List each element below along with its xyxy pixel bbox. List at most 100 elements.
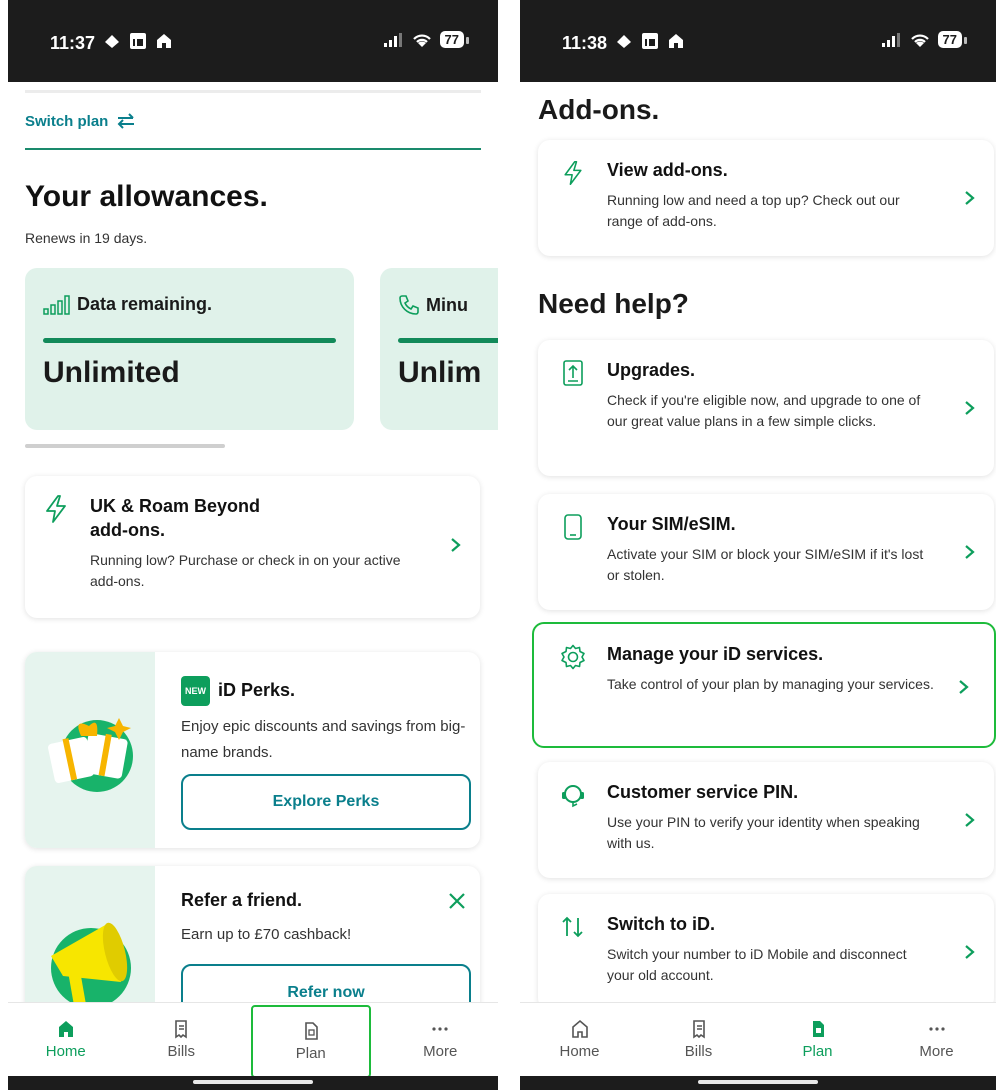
nav-label: Bills bbox=[167, 1043, 195, 1060]
close-icon[interactable] bbox=[448, 892, 466, 910]
card-title: Upgrades. bbox=[607, 360, 696, 380]
minutes-allowance-card[interactable]: Minu Unlim bbox=[380, 268, 498, 430]
linkedin-icon bbox=[130, 33, 146, 49]
customer-pin-card[interactable]: Customer service PIN. Use your PIN to ve… bbox=[538, 762, 994, 878]
nav-more[interactable]: More bbox=[877, 1003, 996, 1076]
help-section-title: Need help? bbox=[538, 288, 689, 319]
tab-underline bbox=[25, 148, 481, 150]
perks-card[interactable]: NEW iD Perks. Enjoy epic discounts and sa… bbox=[25, 652, 480, 848]
card-subtitle: Running low? Purchase or check in on you… bbox=[90, 552, 401, 589]
switch-plan-link[interactable]: Switch plan bbox=[25, 112, 136, 130]
roam-addons-card[interactable]: UK & Roam Beyond add-ons. Running low? P… bbox=[25, 476, 480, 618]
card-title: Switch to iD. bbox=[607, 914, 715, 934]
switch-arrows-icon bbox=[117, 113, 135, 129]
card-subtitle: Activate your SIM or block your SIM/eSIM… bbox=[607, 546, 924, 583]
megaphone-icon bbox=[51, 922, 131, 1008]
phone-icon bbox=[564, 514, 582, 540]
switch-to-id-card[interactable]: Switch to iD. Switch your number to iD M… bbox=[538, 894, 994, 1010]
nav-label: Bills bbox=[684, 1043, 713, 1060]
home-screen: 11:37 77 Switch plan Your allowances. Re… bbox=[8, 0, 498, 1090]
explore-perks-button[interactable]: Explore Perks bbox=[181, 774, 471, 830]
new-badge: NEW bbox=[181, 676, 210, 706]
home-indicator bbox=[8, 1076, 498, 1090]
nav-home[interactable]: Home bbox=[520, 1003, 639, 1076]
chevron-right-icon bbox=[965, 813, 975, 827]
card-subtitle: Check if you're eligible now, and upgrad… bbox=[607, 392, 921, 429]
data-progress-bar bbox=[43, 338, 336, 343]
plan-icon bbox=[812, 1021, 824, 1037]
nav-label: More bbox=[423, 1043, 458, 1060]
headset-icon bbox=[562, 785, 584, 808]
renews-text: Renews in 19 days. bbox=[25, 230, 148, 246]
card-title: UK & Roam Beyond bbox=[90, 496, 261, 516]
home-icon bbox=[58, 1021, 73, 1037]
nav-label: Plan bbox=[802, 1043, 833, 1060]
nav-label: Home bbox=[559, 1043, 600, 1060]
nav-label: Plan bbox=[295, 1045, 326, 1062]
card-title: Manage your iD services. bbox=[607, 644, 824, 664]
chevron-right-icon bbox=[451, 538, 461, 552]
refer-friend-card[interactable]: Refer a friend. Earn up to £70 cashback!… bbox=[25, 866, 480, 1016]
nav-more[interactable]: More bbox=[383, 1003, 499, 1076]
card-subtitle: Enjoy epic discounts and savings from bi… bbox=[181, 718, 466, 761]
wifi-icon bbox=[910, 34, 929, 47]
bottom-nav: Home Bills Plan More bbox=[8, 1002, 499, 1078]
upgrades-card[interactable]: Upgrades. Check if you're eligible now, … bbox=[538, 340, 994, 476]
card-subtitle: Take control of your plan by managing yo… bbox=[607, 676, 934, 692]
carousel-indicator bbox=[25, 444, 225, 448]
allowance-label: Minu bbox=[426, 294, 468, 315]
card-title: Customer service PIN. bbox=[607, 782, 799, 802]
signal-icon bbox=[383, 32, 402, 47]
card-title: iD Perks. bbox=[218, 679, 296, 700]
linkedin-icon bbox=[642, 33, 658, 49]
notification-icon bbox=[105, 35, 119, 48]
signal-icon bbox=[881, 32, 900, 47]
nav-plan[interactable]: Plan bbox=[251, 1005, 371, 1078]
nav-plan[interactable]: Plan bbox=[758, 1003, 877, 1076]
nav-home[interactable]: Home bbox=[8, 1003, 124, 1076]
nav-bills[interactable]: Bills bbox=[124, 1003, 240, 1076]
allowance-value: Unlimited bbox=[43, 356, 180, 389]
nav-bills[interactable]: Bills bbox=[639, 1003, 758, 1076]
manage-services-card[interactable]: Manage your iD services. Take control of… bbox=[532, 622, 996, 748]
status-time: 11:37 bbox=[50, 33, 96, 53]
chevron-right-icon bbox=[965, 945, 975, 959]
lightning-icon bbox=[564, 160, 582, 186]
card-title: Refer a friend. bbox=[181, 890, 303, 910]
home-status-icon bbox=[669, 34, 683, 48]
switch-plan-label: Switch plan bbox=[25, 112, 109, 130]
battery-indicator: 77 bbox=[439, 31, 470, 48]
gear-icon bbox=[561, 644, 585, 670]
home-icon bbox=[571, 1019, 588, 1038]
home-content[interactable]: Switch plan Your allowances. Renews in 1… bbox=[8, 82, 498, 1090]
notification-icon bbox=[617, 35, 631, 48]
wifi-icon bbox=[412, 34, 431, 47]
plan-icon bbox=[304, 1022, 318, 1040]
status-bar: 11:38 77 bbox=[520, 0, 996, 82]
chevron-right-icon bbox=[965, 545, 975, 559]
home-indicator bbox=[520, 1076, 996, 1090]
view-addons-card[interactable]: View add-ons. Running low and need a top… bbox=[538, 140, 994, 256]
comparison-view: 11:37 77 Switch plan Your allowances. Re… bbox=[0, 0, 996, 1090]
bills-icon bbox=[692, 1020, 705, 1039]
card-subtitle: Running low and need a top up? Check out… bbox=[607, 192, 900, 229]
card-title-cont: add-ons. bbox=[90, 520, 165, 540]
status-bar: 11:37 77 bbox=[8, 0, 498, 82]
card-title: View add-ons. bbox=[607, 160, 728, 180]
battery-indicator: 77 bbox=[937, 31, 968, 48]
bills-icon bbox=[175, 1020, 188, 1039]
chevron-right-icon bbox=[965, 191, 975, 205]
data-allowance-card[interactable]: Data remaining. Unlimited bbox=[25, 268, 354, 430]
plan-content[interactable]: Add-ons. View add-ons. Running low and n… bbox=[520, 82, 996, 1090]
nav-label: Home bbox=[45, 1043, 86, 1060]
signal-bars-icon bbox=[43, 294, 70, 315]
allowance-value: Unlim bbox=[398, 356, 482, 389]
minutes-progress-bar bbox=[398, 338, 498, 343]
plan-screen: 11:38 77 Add-ons. View add-ons. Running … bbox=[520, 0, 996, 1090]
upgrade-phone-icon bbox=[563, 360, 583, 386]
status-time: 11:38 bbox=[562, 33, 608, 53]
card-subtitle: Use your PIN to verify your identity whe… bbox=[607, 814, 920, 851]
gift-icon bbox=[48, 718, 133, 792]
sim-esim-card[interactable]: Your SIM/eSIM. Activate your SIM or bloc… bbox=[538, 494, 994, 610]
card-title: Your SIM/eSIM. bbox=[607, 514, 736, 534]
